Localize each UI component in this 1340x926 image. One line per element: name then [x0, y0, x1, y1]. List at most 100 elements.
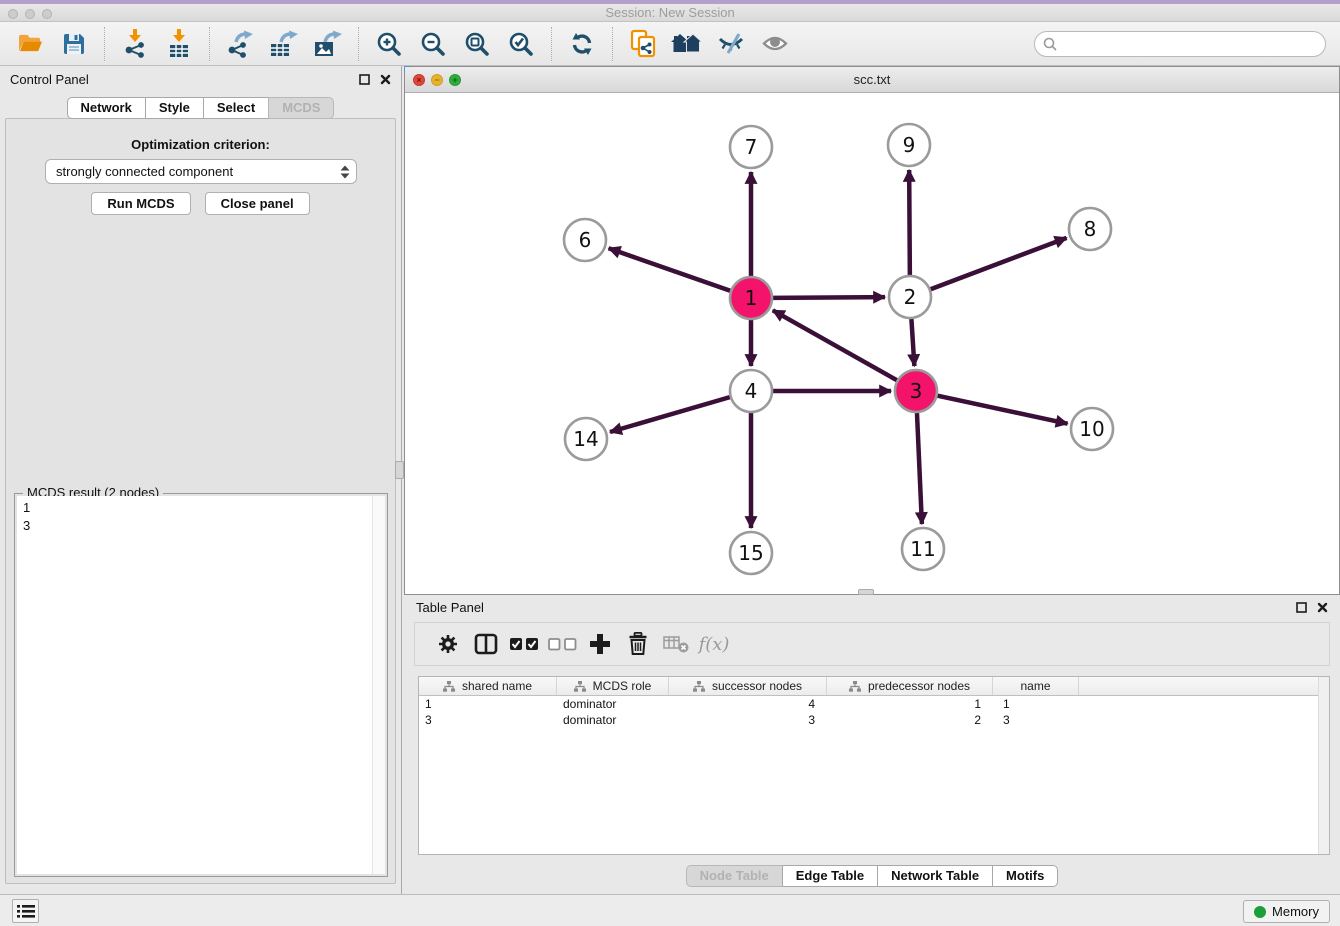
graph-edge-3-1[interactable]: [773, 310, 897, 380]
vertical-splitter-grip[interactable]: [395, 461, 404, 479]
graph-node-15[interactable]: 15: [730, 532, 772, 574]
select-all-button[interactable]: [505, 625, 543, 663]
table-cell[interactable]: 2: [827, 712, 993, 728]
table-cell[interactable]: 1: [827, 696, 993, 712]
optimization-criterion-label: Optimization criterion:: [6, 137, 395, 152]
run-mcds-button[interactable]: Run MCDS: [91, 192, 190, 215]
table-row[interactable]: 3dominator323: [419, 712, 1329, 728]
task-history-button[interactable]: [12, 899, 39, 923]
graph-node-3[interactable]: 3: [895, 370, 937, 412]
close-panel-button[interactable]: Close panel: [205, 192, 310, 215]
graph-edge-3-11[interactable]: [917, 413, 922, 524]
table-scrollbar[interactable]: [1318, 677, 1329, 854]
graph-node-8[interactable]: 8: [1069, 208, 1111, 250]
float-table-panel-icon[interactable]: [1296, 602, 1307, 613]
graph-edge-1-6[interactable]: [609, 248, 731, 290]
table-cell[interactable]: dominator: [557, 712, 669, 728]
dropdown-value: strongly connected component: [56, 164, 340, 179]
table-cell[interactable]: 1: [993, 696, 1079, 712]
export-network-button[interactable]: [218, 25, 262, 63]
graph-node-label: 4: [745, 379, 758, 403]
graph-edge-2-3[interactable]: [911, 319, 914, 366]
tab-edge-table[interactable]: Edge Table: [782, 865, 878, 887]
tab-motifs[interactable]: Motifs: [992, 865, 1058, 887]
tab-node-table[interactable]: Node Table: [686, 865, 783, 887]
result-scrollbar[interactable]: [372, 496, 385, 874]
window-title: Session: New Session: [0, 5, 1340, 20]
import-network-button[interactable]: [113, 25, 157, 63]
graph-node-10[interactable]: 10: [1071, 408, 1113, 450]
table-cell[interactable]: 4: [669, 696, 827, 712]
zoom-out-button[interactable]: [411, 25, 455, 63]
graph-node-label: 10: [1079, 417, 1104, 441]
graph-node-9[interactable]: 9: [888, 124, 930, 166]
tab-select[interactable]: Select: [203, 97, 269, 119]
column-header-shared-name[interactable]: shared name: [419, 677, 557, 695]
close-table-panel-icon[interactable]: [1317, 602, 1328, 613]
column-header-name[interactable]: name: [993, 677, 1079, 695]
tab-mcds[interactable]: MCDS: [268, 97, 334, 119]
table-panel-title: Table Panel: [416, 600, 484, 615]
trash-icon: [628, 632, 648, 656]
zoom-selected-button[interactable]: [499, 25, 543, 63]
export-table-button[interactable]: [262, 25, 306, 63]
import-table-button[interactable]: [157, 25, 201, 63]
new-network-from-selection-button[interactable]: [621, 25, 665, 63]
table-cell[interactable]: 1: [419, 696, 557, 712]
show-hide-button[interactable]: [753, 25, 797, 63]
float-panel-icon[interactable]: [359, 74, 370, 85]
graph-node-label: 2: [904, 285, 917, 309]
graph-node-7[interactable]: 7: [730, 126, 772, 168]
split-view-button[interactable]: [467, 625, 505, 663]
close-panel-icon[interactable]: [380, 74, 391, 85]
function-builder-button[interactable]: f(x): [695, 625, 733, 663]
graph-edge-1-2[interactable]: [773, 297, 885, 298]
toggle-graphics-details-button[interactable]: [709, 25, 753, 63]
graph-node-label: 8: [1084, 217, 1097, 241]
search-input[interactable]: [1062, 36, 1317, 51]
mcds-result-list[interactable]: 13: [17, 496, 385, 874]
memory-button[interactable]: Memory: [1243, 900, 1330, 923]
tab-network-table[interactable]: Network Table: [877, 865, 993, 887]
graph-node-6[interactable]: 6: [564, 219, 606, 261]
table-cell[interactable]: dominator: [557, 696, 669, 712]
tab-network[interactable]: Network: [67, 97, 146, 119]
deselect-all-button[interactable]: [543, 625, 581, 663]
tab-style[interactable]: Style: [145, 97, 204, 119]
home-button[interactable]: [665, 25, 709, 63]
open-session-button[interactable]: [8, 25, 52, 63]
refresh-button[interactable]: [560, 25, 604, 63]
column-header-label: shared name: [462, 679, 532, 693]
graph-node-11[interactable]: 11: [902, 528, 944, 570]
add-row-button[interactable]: [581, 625, 619, 663]
save-session-button[interactable]: [52, 25, 96, 63]
table-cell[interactable]: 3: [669, 712, 827, 728]
graph-edge-3-10[interactable]: [938, 396, 1068, 424]
export-table-icon: [269, 30, 300, 58]
graph-node-2[interactable]: 2: [889, 276, 931, 318]
table-cell[interactable]: 3: [993, 712, 1079, 728]
table-row[interactable]: 1dominator411: [419, 696, 1329, 712]
graph-node-14[interactable]: 14: [565, 418, 607, 460]
mcds-result-item: 1: [23, 499, 385, 517]
table-settings-button[interactable]: [429, 625, 467, 663]
delete-table-button[interactable]: [657, 625, 695, 663]
zoom-in-button[interactable]: [367, 25, 411, 63]
delete-rows-button[interactable]: [619, 625, 657, 663]
column-header-MCDS-role[interactable]: MCDS role: [557, 677, 669, 695]
zoom-fit-button[interactable]: [455, 25, 499, 63]
network-canvas[interactable]: 7 9 6 8 1 2 4 3 14 10 15 11: [405, 93, 1339, 594]
network-graph[interactable]: 7 9 6 8 1 2 4 3 14 10 15 11: [405, 93, 1339, 594]
column-header-successor-nodes[interactable]: successor nodes: [669, 677, 827, 695]
status-bar: Memory: [0, 894, 1340, 926]
graph-node-1[interactable]: 1: [730, 277, 772, 319]
column-header-predecessor-nodes[interactable]: predecessor nodes: [827, 677, 993, 695]
graph-edge-4-14[interactable]: [610, 397, 730, 432]
graph-edge-2-8[interactable]: [931, 238, 1067, 289]
graph-node-4[interactable]: 4: [730, 370, 772, 412]
export-image-button[interactable]: [306, 25, 350, 63]
optimization-criterion-dropdown[interactable]: strongly connected component: [45, 159, 357, 184]
graph-edge-2-9[interactable]: [909, 170, 910, 275]
table-cell[interactable]: 3: [419, 712, 557, 728]
main-toolbar: [0, 22, 1340, 66]
